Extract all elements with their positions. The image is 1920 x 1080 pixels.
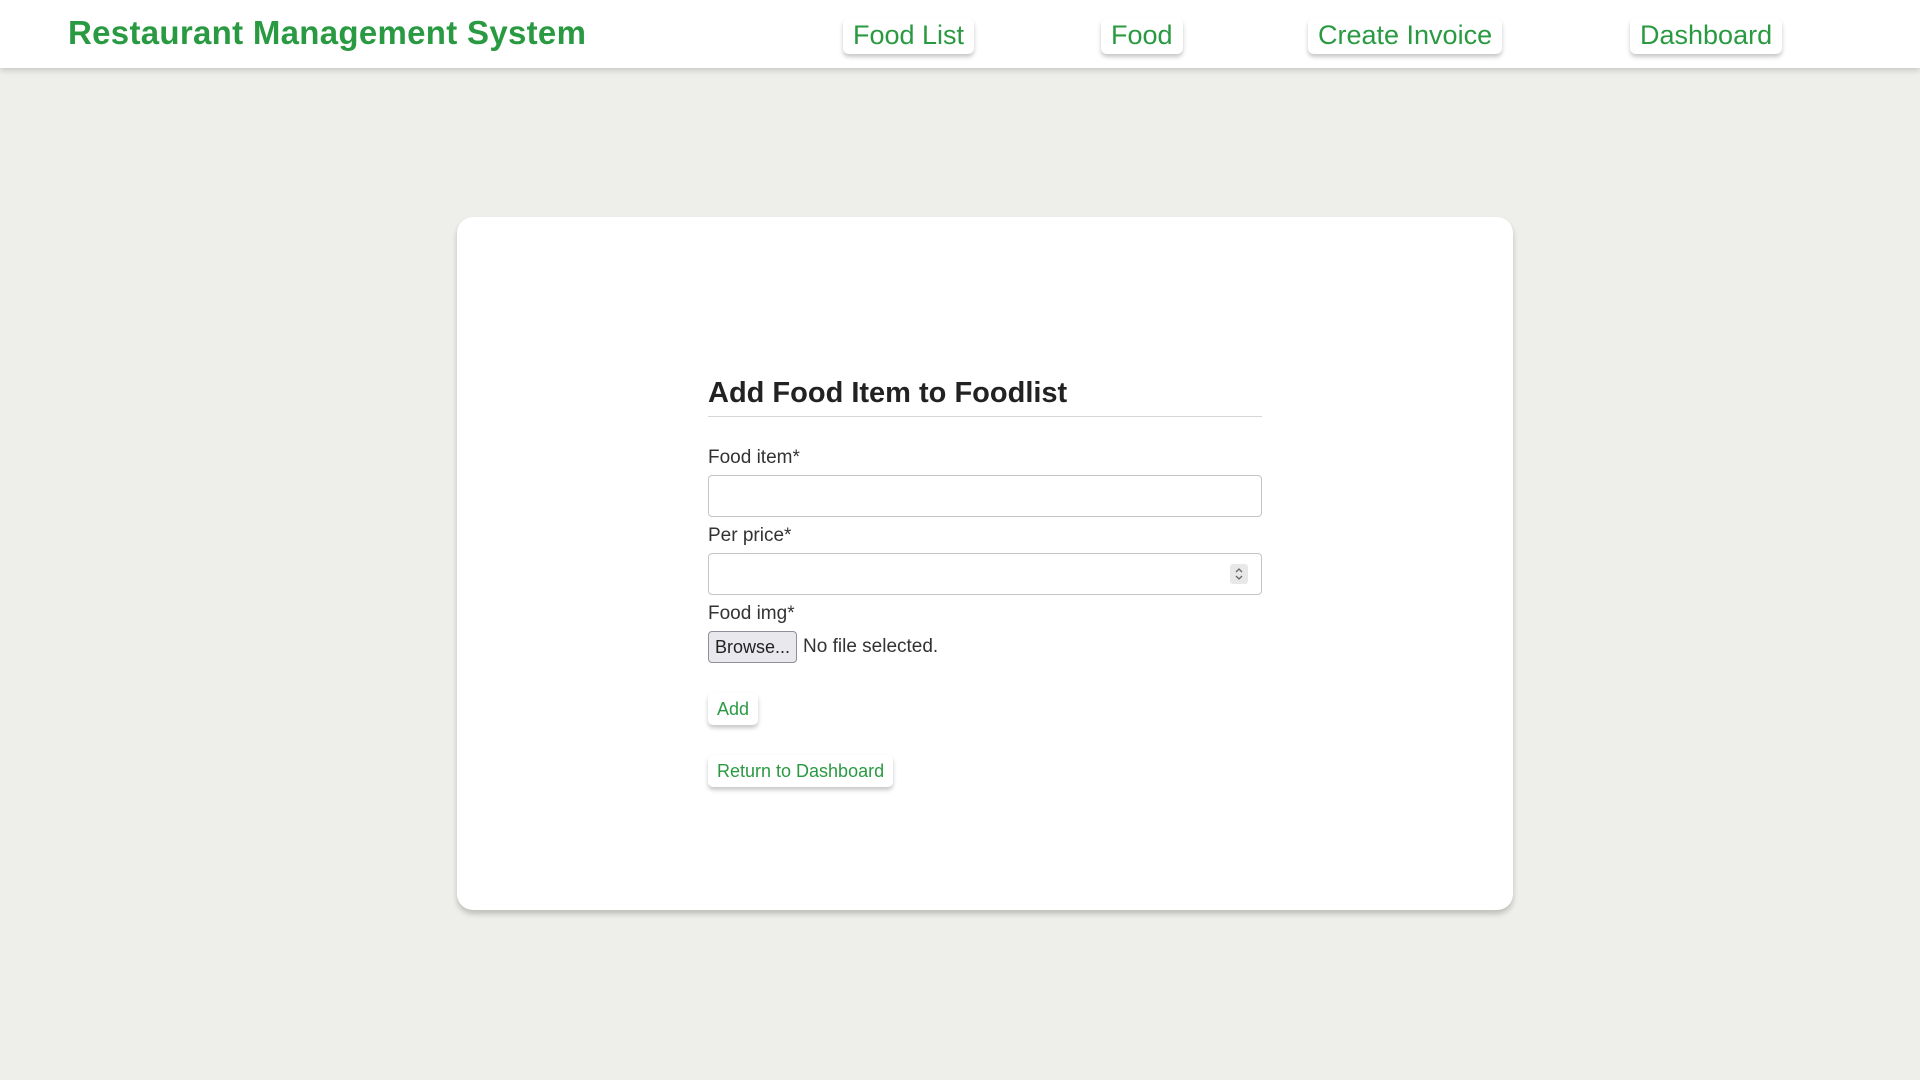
per-price-field (708, 553, 1262, 595)
file-picker: Browse... No file selected. (708, 631, 1262, 663)
food-item-label: Food item* (708, 447, 800, 468)
per-price-input[interactable] (708, 553, 1262, 595)
form-title: Add Food Item to Foodlist (708, 377, 1262, 417)
number-spinner-icon[interactable] (1230, 564, 1248, 584)
return-to-dashboard-button[interactable]: Return to Dashboard (708, 755, 894, 787)
food-item-input[interactable] (708, 475, 1262, 517)
spinner-arrows-icon (1235, 568, 1243, 580)
top-navbar: Restaurant Management System Food List F… (0, 0, 1920, 68)
file-status-text: No file selected. (803, 636, 939, 657)
brand-title: Restaurant Management System (68, 14, 587, 51)
return-button-wrap: Return to Dashboard (708, 755, 1262, 787)
add-button[interactable]: Add (708, 693, 759, 725)
nav-food[interactable]: Food (1101, 18, 1183, 54)
form-card: Add Food Item to Foodlist Food item* Per… (457, 217, 1513, 910)
nav-create-invoice[interactable]: Create Invoice (1308, 18, 1503, 54)
browse-button[interactable]: Browse... (708, 631, 798, 663)
per-price-label: Per price* (708, 525, 792, 546)
nav-dashboard[interactable]: Dashboard (1630, 18, 1783, 54)
add-food-form: Add Food Item to Foodlist Food item* Per… (708, 377, 1262, 787)
nav-food-list[interactable]: Food List (843, 18, 975, 54)
food-img-label: Food img* (708, 603, 795, 624)
